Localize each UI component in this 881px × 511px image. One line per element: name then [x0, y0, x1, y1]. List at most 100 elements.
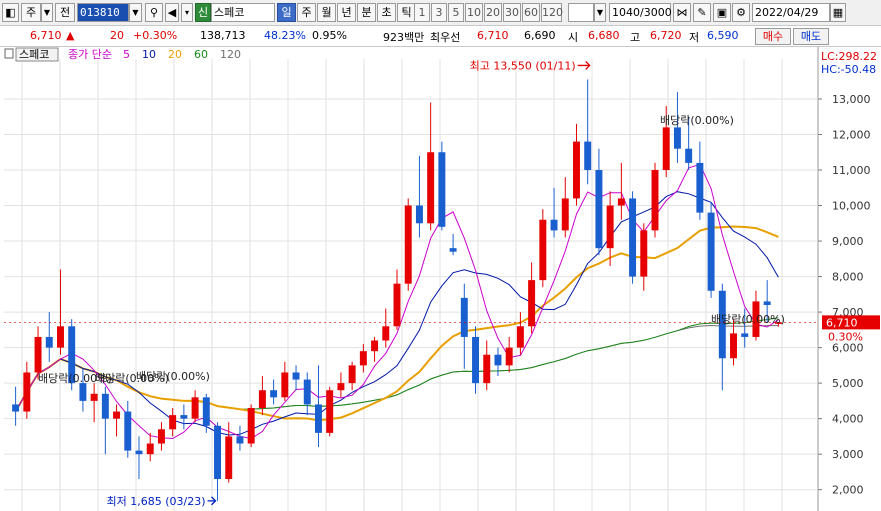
candle-body	[315, 404, 322, 433]
candle-body	[258, 390, 266, 408]
candle-body	[180, 415, 188, 419]
save-icon[interactable]: ▣	[713, 3, 731, 22]
prev-next-icon[interactable]: ▾	[181, 3, 193, 22]
period-tab-2[interactable]: 월	[317, 3, 336, 22]
candle-body	[539, 219, 547, 281]
hc-label: HC:-50.48	[821, 63, 876, 76]
ytick-label: 9,000	[832, 235, 864, 248]
candle-body	[483, 354, 491, 384]
market-select[interactable]: 주	[21, 3, 41, 22]
candle-body	[404, 205, 412, 284]
minute-tab-60[interactable]: 60	[522, 3, 540, 22]
candle-body	[359, 351, 367, 366]
candle-body	[550, 219, 558, 231]
draw-tools-icon[interactable]: ✎	[693, 3, 711, 22]
candle-body	[673, 127, 681, 149]
up-arrow-icon: ▲	[66, 29, 75, 42]
candle-body	[348, 365, 356, 384]
period-tab-0[interactable]: 일	[277, 3, 296, 22]
minute-dropdown-icon[interactable]: ▼	[594, 3, 606, 22]
minute-tab-30[interactable]: 30	[503, 3, 521, 22]
minute-tab-3[interactable]: 3	[431, 3, 447, 22]
candle-body	[12, 404, 20, 412]
candle-body	[730, 333, 737, 359]
current-pct-label: 0.30%	[828, 330, 863, 343]
candle-body	[460, 297, 468, 337]
speaker-icon[interactable]: ◀	[165, 3, 179, 22]
lc-label: LC:298.22	[821, 50, 877, 63]
candle-body	[113, 411, 121, 419]
period-tab-4[interactable]: 분	[357, 3, 376, 22]
stock-code-input[interactable]: 013810	[77, 3, 129, 22]
candle-body	[640, 230, 648, 277]
candle-body	[45, 336, 53, 348]
data-count-field[interactable]: 1040/3000	[609, 3, 672, 22]
dividend-label: 배당락(0.00%)	[136, 370, 210, 383]
candle-body	[337, 383, 345, 391]
period-tab-1[interactable]: 주	[297, 3, 316, 22]
candlestick-chart[interactable]: 2,0003,0004,0005,0006,0007,0008,0009,000…	[0, 47, 881, 511]
candle-body	[135, 450, 143, 455]
volume-ratio: 48.23%	[264, 29, 306, 42]
window-menu-icon[interactable]: ◧	[2, 3, 19, 22]
minute-tab-5[interactable]: 5	[448, 3, 464, 22]
candle-body	[427, 152, 435, 224]
candle-body	[124, 411, 132, 451]
scope-select[interactable]: 전	[55, 3, 75, 22]
price-change: 20	[110, 29, 124, 42]
candle-body	[101, 393, 109, 419]
period-tab-3[interactable]: 년	[337, 3, 356, 22]
candle-body	[247, 407, 255, 444]
candle-body	[326, 390, 334, 433]
legend-stock-name: 스페코	[19, 48, 49, 61]
open-label: 시	[568, 31, 579, 44]
high-label: 고	[630, 31, 641, 44]
minute-tab-10[interactable]: 10	[465, 3, 483, 22]
candle-body	[79, 383, 87, 401]
gear-icon[interactable]: ⚙	[732, 3, 750, 22]
legend-ma-5: 5	[123, 48, 130, 61]
candle-body	[191, 397, 199, 419]
calendar-icon[interactable]: ▦	[830, 3, 846, 22]
code-dropdown-icon[interactable]: ▼	[129, 3, 142, 22]
search-icon[interactable]: ⚲	[145, 3, 163, 22]
minute-tab-20[interactable]: 20	[484, 3, 502, 22]
candle-body	[685, 148, 693, 163]
candle-body	[494, 354, 502, 366]
stock-name-field[interactable]: 스페코	[211, 3, 275, 22]
period-tab-5[interactable]: 초	[377, 3, 396, 22]
sell-button[interactable]: 매도	[793, 28, 829, 45]
buy-button[interactable]: 매수	[755, 28, 791, 45]
candle-body	[281, 372, 289, 398]
candle-body	[528, 280, 536, 327]
candle-body	[34, 336, 42, 373]
candle-body	[662, 127, 670, 171]
chart-tools-icon[interactable]: ⋈	[673, 3, 691, 22]
date-field[interactable]: 2022/04/29	[752, 3, 830, 22]
best-ask-label: 최우선	[430, 31, 461, 44]
minute-tab-120[interactable]: 120	[541, 3, 563, 22]
candle-body	[516, 326, 524, 348]
candle-body	[225, 436, 233, 480]
candle-body	[617, 198, 625, 206]
best-ask-price: 6,710	[477, 29, 509, 42]
candle-body	[561, 198, 569, 231]
legend-ma-20: 20	[168, 48, 182, 61]
candle-body	[393, 283, 401, 327]
minute-custom-input[interactable]	[568, 3, 594, 22]
candle-body	[505, 347, 513, 366]
candle-body	[595, 170, 603, 249]
high-price: 6,720	[650, 29, 682, 42]
market-dropdown-icon[interactable]: ▼	[41, 3, 53, 22]
ytick-label: 10,000	[832, 200, 871, 213]
candle-body	[382, 326, 390, 341]
candle-body	[741, 333, 749, 337]
ytick-label: 2,000	[832, 484, 864, 497]
minute-tab-1[interactable]: 1	[414, 3, 430, 22]
candle-body	[23, 372, 31, 412]
quote-bar: 6,710 ▲ 20 +0.30% 138,713 48.23% 0.95% 9…	[0, 26, 881, 47]
ytick-label: 6,000	[832, 342, 864, 355]
candle-body	[415, 205, 423, 224]
candle-body	[303, 379, 311, 405]
max-price-label: 최고 13,550 (01/11)	[470, 59, 576, 72]
